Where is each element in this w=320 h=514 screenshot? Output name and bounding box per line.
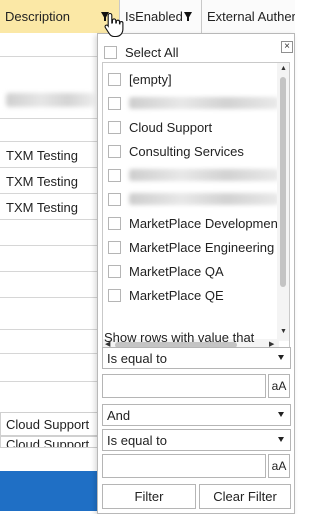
row-divider xyxy=(0,219,100,220)
select-all-option[interactable]: Select All xyxy=(104,45,178,60)
item-checkbox[interactable] xyxy=(108,96,121,110)
item-checkbox[interactable] xyxy=(108,288,121,302)
item-checkbox[interactable] xyxy=(108,264,121,278)
column-header-description[interactable]: Description xyxy=(0,0,120,33)
item-checkbox[interactable] xyxy=(108,192,121,206)
list-item[interactable]: Consulting Services xyxy=(108,139,244,163)
chevron-down-icon xyxy=(278,412,284,417)
list-item[interactable] xyxy=(108,91,279,115)
row-divider xyxy=(0,381,100,382)
show-rows-label: Show rows with value that xyxy=(104,330,255,345)
row-divider xyxy=(0,353,100,354)
item-label: MarketPlace QA xyxy=(129,263,224,279)
close-icon[interactable]: × xyxy=(281,41,293,53)
list-item[interactable]: MarketPlace Development xyxy=(108,211,281,235)
item-checkbox[interactable] xyxy=(108,240,121,254)
match-case-button[interactable]: aA xyxy=(268,374,290,398)
column-header-isenabled[interactable]: IsEnabled xyxy=(120,0,202,33)
redacted-cell xyxy=(6,93,94,107)
select-all-label: Select All xyxy=(125,45,179,60)
item-checkbox[interactable] xyxy=(108,216,121,230)
dropdown-value: And xyxy=(107,407,131,423)
item-checkbox[interactable] xyxy=(108,120,121,134)
item-label: Cloud Support xyxy=(129,119,213,135)
table-cell[interactable]: TXM Testing xyxy=(6,200,78,215)
row-divider xyxy=(0,141,100,142)
scrollbar-thumb[interactable] xyxy=(280,77,286,287)
footer-band xyxy=(0,471,100,511)
redacted-item-label xyxy=(129,97,279,109)
item-label: MarketPlace QE xyxy=(129,287,224,303)
row-divider xyxy=(0,193,100,194)
vertical-scrollbar[interactable]: ▲ ▼ xyxy=(277,63,289,341)
filter-value-list[interactable]: [empty] Cloud Support Consulting Service… xyxy=(102,62,290,352)
list-item[interactable]: [empty] xyxy=(108,67,172,91)
logical-operator-dropdown[interactable]: And xyxy=(102,404,291,426)
table-cell[interactable]: Cloud Support xyxy=(0,436,100,448)
table-cell[interactable]: Cloud Support xyxy=(0,412,100,436)
scroll-down-icon[interactable]: ▼ xyxy=(280,328,287,335)
item-label: MarketPlace Development xyxy=(129,215,282,231)
row-divider xyxy=(0,271,100,272)
list-item[interactable]: Cloud Support xyxy=(108,115,212,139)
column-header-label: External Auther xyxy=(207,9,295,24)
filter-button[interactable]: Filter xyxy=(102,484,196,509)
select-all-checkbox[interactable] xyxy=(104,46,117,59)
redacted-item-label xyxy=(129,193,279,205)
filter-funnel-icon[interactable] xyxy=(184,12,192,21)
condition2-dropdown[interactable]: Is equal to xyxy=(102,429,291,451)
scroll-up-icon[interactable]: ▲ xyxy=(280,65,287,72)
filter-popup: Select All × [empty] Cloud Support Consu… xyxy=(97,33,295,514)
hand-cursor-icon xyxy=(104,12,124,38)
item-checkbox[interactable] xyxy=(108,144,121,158)
item-label: MarketPlace Engineering xyxy=(129,239,275,255)
item-label: Consulting Services xyxy=(129,143,244,159)
clear-filter-button[interactable]: Clear Filter xyxy=(199,484,291,509)
item-checkbox[interactable] xyxy=(108,168,121,182)
chevron-down-icon xyxy=(278,437,284,442)
item-checkbox[interactable] xyxy=(108,72,121,86)
list-item[interactable] xyxy=(108,163,279,187)
row-divider xyxy=(0,118,100,119)
table-cell[interactable]: TXM Testing xyxy=(6,174,78,189)
dropdown-value: Is equal to xyxy=(107,350,167,366)
condition1-dropdown[interactable]: Is equal to xyxy=(102,347,291,369)
table-cell[interactable]: TXM Testing xyxy=(6,148,78,163)
list-item[interactable]: MarketPlace QE xyxy=(108,283,224,307)
list-item[interactable] xyxy=(108,187,279,211)
redacted-item-label xyxy=(129,169,279,181)
condition2-value-input[interactable] xyxy=(102,454,266,478)
grid-header: Description IsEnabled External Auther xyxy=(0,0,295,33)
dropdown-value: Is equal to xyxy=(107,432,167,448)
row-divider xyxy=(0,329,100,330)
chevron-down-icon xyxy=(278,355,284,360)
match-case-button[interactable]: aA xyxy=(268,454,290,478)
row-divider xyxy=(0,245,100,246)
row-divider xyxy=(0,167,100,168)
column-header-label: Description xyxy=(5,9,71,24)
condition1-value-input[interactable] xyxy=(102,374,266,398)
row-divider xyxy=(0,297,100,298)
item-label: [empty] xyxy=(129,71,172,87)
data-grid: TXM Testing TXM Testing TXM Testing Clou… xyxy=(0,33,100,514)
list-item[interactable]: MarketPlace QA xyxy=(108,259,224,283)
list-item[interactable]: MarketPlace Engineering xyxy=(108,235,274,259)
column-header-label: IsEnabled xyxy=(125,9,183,24)
column-header-external-auth[interactable]: External Auther xyxy=(202,0,295,33)
row-divider xyxy=(0,56,100,57)
